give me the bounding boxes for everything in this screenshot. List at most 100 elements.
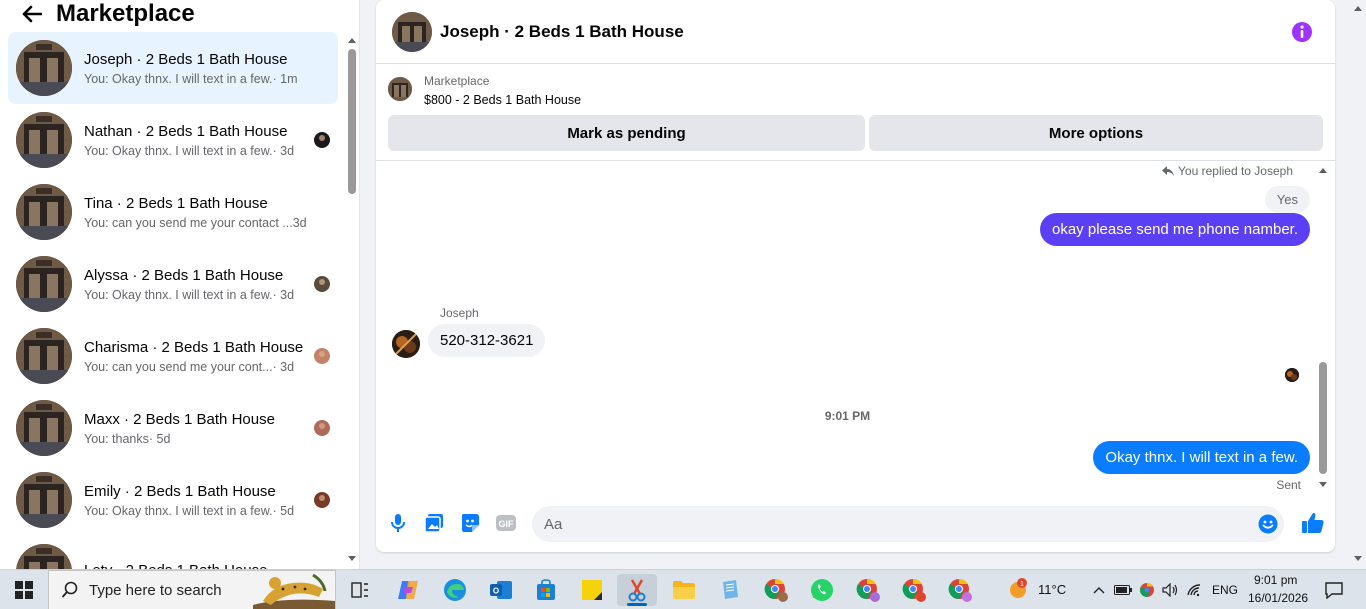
conversation-text: Joseph · 2 Beds 1 Bath House You: Okay th… [84, 51, 314, 86]
back-arrow-icon[interactable] [12, 0, 52, 28]
clock-date[interactable]: 16/01/2026 [1248, 591, 1308, 605]
time-separator: 9:01 PM [824, 409, 871, 423]
conversation-name: Lety · 2 Beds 1 Bath House [84, 562, 314, 570]
conversation-item[interactable]: Tina · 2 Beds 1 Bath House You: can you s… [8, 176, 338, 248]
task-view-icon[interactable] [340, 574, 380, 606]
battery-icon[interactable] [1114, 581, 1132, 599]
weather-temperature[interactable]: 11°C [1038, 582, 1066, 597]
message-input[interactable] [532, 506, 1242, 542]
outgoing-message[interactable]: Okay thnx. I will text in a few. [1093, 441, 1310, 474]
microphone-icon[interactable] [387, 512, 409, 534]
thumbs-up-icon[interactable] [1301, 511, 1325, 535]
photo-icon[interactable] [423, 512, 445, 534]
mark-as-pending-button[interactable]: Mark as pending [388, 115, 865, 151]
notification-icon[interactable] [1324, 580, 1344, 600]
quoted-message[interactable]: Yes [1264, 186, 1310, 213]
conversation-preview-row: You: Okay thnx. I will text in a few. · … [84, 72, 314, 86]
conversation-preview-row: You: Okay thnx. I will text in a few. · … [84, 288, 314, 302]
conversation-name: Charisma · 2 Beds 1 Bath House [84, 338, 304, 356]
conversation-text: Maxx · 2 Beds 1 Bath House You: thanks · … [84, 411, 314, 446]
search-icon [61, 581, 78, 598]
conversation-text: Alyssa · 2 Beds 1 Bath House You: Okay th… [84, 267, 314, 302]
svg-text:O: O [493, 587, 499, 596]
svg-text:GIF: GIF [499, 519, 515, 529]
replied-note-text: You replied to Joseph [1178, 164, 1293, 178]
windows-start-icon[interactable] [0, 570, 48, 609]
search-placeholder: Type here to search [89, 581, 222, 599]
chevron-up-icon[interactable] [1090, 581, 1108, 599]
snipping-tool-icon[interactable] [617, 574, 657, 606]
listing-title[interactable]: $800 - 2 Beds 1 Bath House [424, 93, 581, 107]
edge-browser-icon[interactable] [435, 574, 475, 606]
weather-icon[interactable]: 1 [1006, 576, 1030, 600]
read-receipt-avatar [314, 492, 330, 508]
sidebar-title: Marketplace [56, 0, 195, 27]
page-scrollbar[interactable] [1350, 0, 1366, 569]
whatsapp-icon[interactable] [802, 574, 842, 606]
scrollbar-thumb[interactable] [1319, 362, 1327, 474]
sticker-icon[interactable] [459, 512, 481, 534]
chrome-profile-icon[interactable] [848, 574, 888, 606]
sidebar-scrollbar[interactable] [345, 36, 359, 568]
conversation-name: Tina · 2 Beds 1 Bath House [84, 194, 268, 212]
scroll-up-arrow[interactable] [348, 38, 356, 43]
scroll-down-arrow[interactable] [1319, 482, 1327, 487]
scroll-up-arrow[interactable] [1354, 6, 1362, 11]
outgoing-message[interactable]: okay please send me phone namber. [1040, 213, 1310, 246]
outlook-icon[interactable]: O [481, 574, 521, 606]
sticky-notes-icon[interactable] [572, 574, 612, 606]
listing-thumbnail[interactable] [388, 77, 412, 101]
conversation-list: Joseph · 2 Beds 1 Bath House You: Okay th… [8, 32, 338, 569]
conversation-name: Joseph · 2 Beds 1 Bath House [84, 50, 288, 68]
marketplace-listing-card: Marketplace $800 - 2 Beds 1 Bath House M… [376, 65, 1335, 161]
more-options-button[interactable]: More options [869, 115, 1323, 151]
taskbar-search[interactable]: Type here to search [48, 570, 336, 609]
conversation-preview: You: Okay thnx. I will text in a few. [84, 503, 273, 518]
weather-badge: 1 [1020, 581, 1024, 588]
chrome-tray-icon[interactable] [1138, 581, 1156, 599]
sender-avatar[interactable] [392, 330, 420, 358]
conversation-time: · 1m [272, 71, 298, 86]
file-explorer-icon[interactable] [664, 574, 704, 606]
chrome-profile-icon[interactable] [894, 574, 934, 606]
chat-scrollbar[interactable] [1317, 166, 1329, 492]
clock-time[interactable]: 9:01 pm [1254, 573, 1297, 587]
conversation-name: Maxx · 2 Beds 1 Bath House [84, 410, 275, 428]
scroll-down-arrow[interactable] [348, 556, 356, 561]
language-indicator[interactable]: ENG [1212, 583, 1238, 597]
conversation-time: · 5d [148, 431, 171, 446]
conversation-preview-row: You: can you send me your cont... · 3d [84, 360, 314, 374]
copilot-icon[interactable] [388, 574, 428, 606]
wifi-icon[interactable] [1186, 581, 1204, 599]
scroll-down-arrow[interactable] [1354, 556, 1362, 561]
message-thread: You replied to Joseph Yes okay please se… [376, 162, 1335, 494]
conversation-item[interactable]: Emily · 2 Beds 1 Bath House You: Okay thn… [8, 464, 338, 536]
info-icon[interactable] [1291, 21, 1313, 43]
conversation-preview-row: You: Okay thnx. I will text in a few. · … [84, 504, 314, 518]
conversation-preview-row: You: can you send me your contact ... 3d [84, 216, 314, 230]
reply-icon [1162, 166, 1175, 176]
chat-panel: Joseph · 2 Beds 1 Bath House Marketplace… [376, 0, 1335, 552]
scroll-up-arrow[interactable] [1319, 168, 1327, 173]
chrome-profile-icon[interactable] [940, 574, 980, 606]
emoji-icon[interactable] [1258, 514, 1278, 534]
search-highlight-image[interactable] [253, 571, 335, 609]
conversation-item[interactable]: Lety · 2 Beds 1 Bath House [8, 536, 338, 569]
chat-avatar[interactable] [392, 11, 432, 52]
conversation-item[interactable]: Nathan · 2 Beds 1 Bath House You: Okay th… [8, 104, 338, 176]
conversation-item[interactable]: Maxx · 2 Beds 1 Bath House You: thanks · … [8, 392, 338, 464]
microsoft-store-icon[interactable] [526, 574, 566, 606]
scrollbar-thumb[interactable] [348, 49, 356, 194]
chrome-profile-icon[interactable] [756, 574, 796, 606]
conversation-item[interactable]: Joseph · 2 Beds 1 Bath House You: Okay th… [8, 32, 338, 104]
chat-title[interactable]: Joseph · 2 Beds 1 Bath House [440, 22, 684, 42]
conversation-item[interactable]: Alyssa · 2 Beds 1 Bath House You: Okay th… [8, 248, 338, 320]
conversation-avatar [16, 328, 72, 384]
gif-icon[interactable]: GIF [495, 512, 517, 534]
conversation-item[interactable]: Charisma · 2 Beds 1 Bath House You: can y… [8, 320, 338, 392]
conversation-preview: You: Okay thnx. I will text in a few. [84, 143, 273, 158]
incoming-message[interactable]: 520-312-3621 [428, 324, 546, 357]
conversation-time: · 3d [272, 359, 295, 374]
notepad-icon[interactable] [710, 574, 750, 606]
volume-icon[interactable] [1162, 581, 1180, 599]
